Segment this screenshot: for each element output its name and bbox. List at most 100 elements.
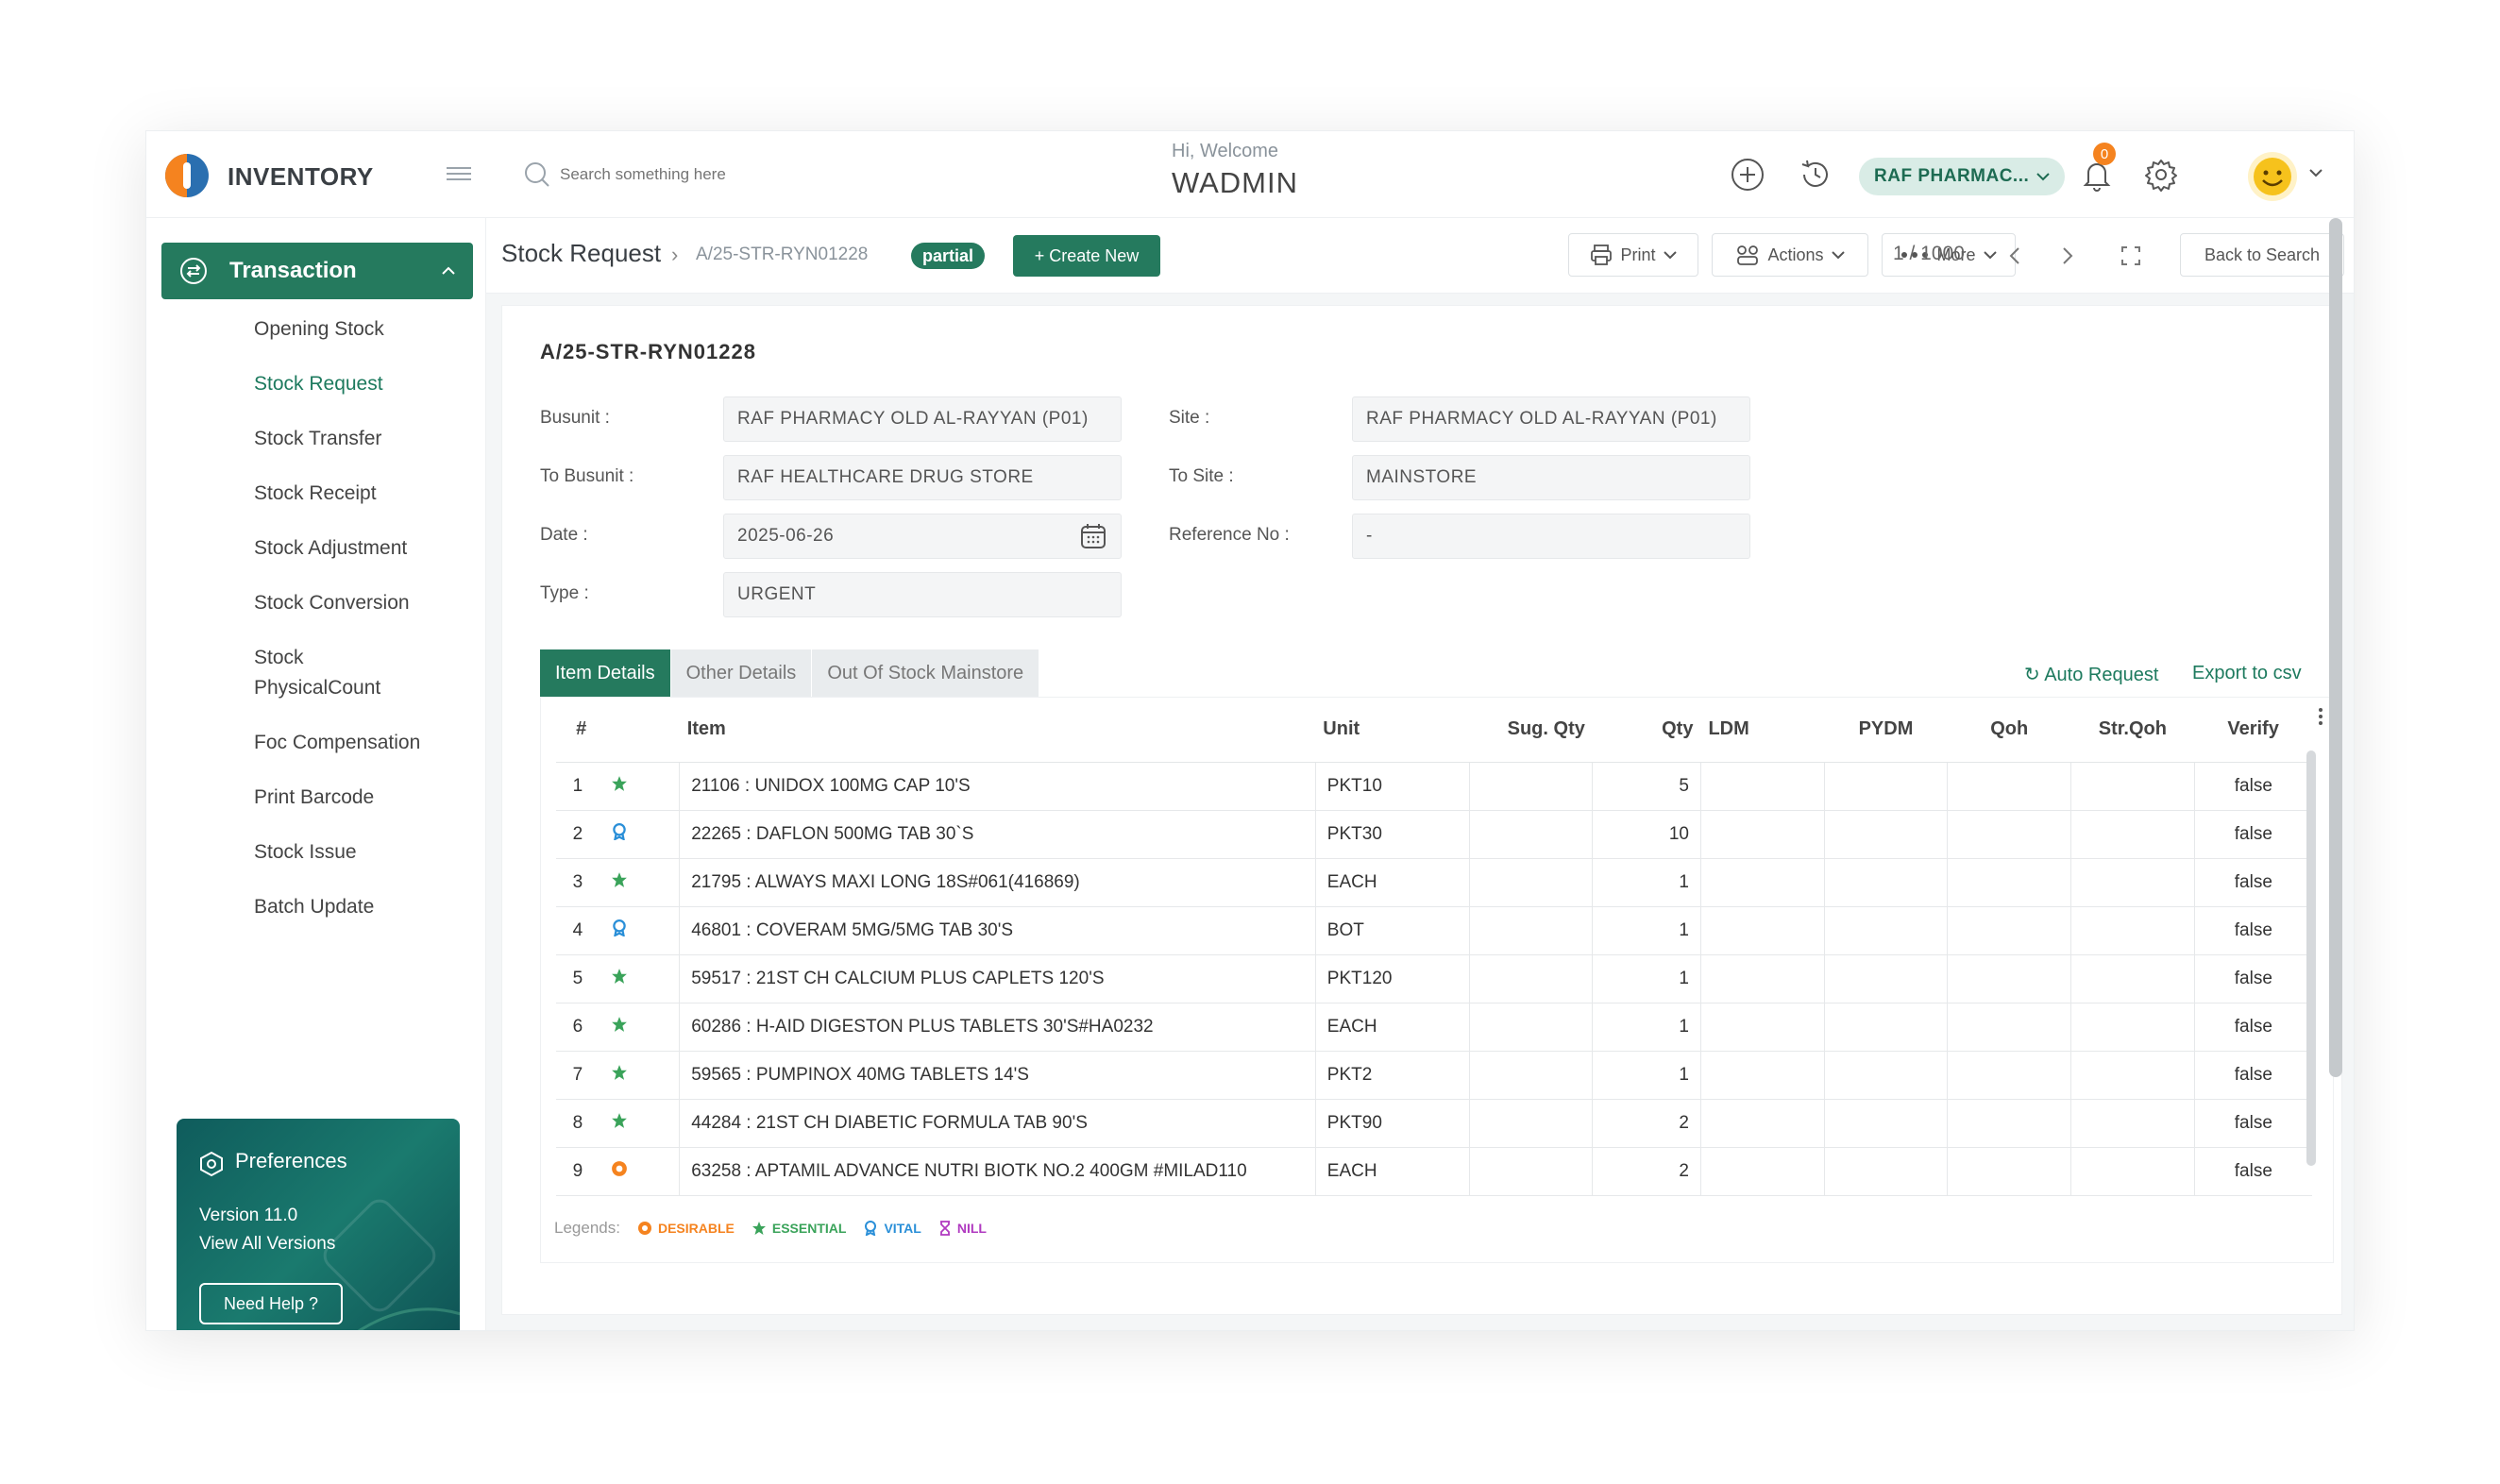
actions-button[interactable]: Actions <box>1712 233 1868 277</box>
verify-cell[interactable]: false <box>2194 1147 2312 1196</box>
item-cell[interactable]: 21106 : UNIDOX 100MG CAP 10'S <box>679 762 1316 811</box>
table-row[interactable]: 5 59517 : 21ST CH CALCIUM PLUS CAPLETS 12… <box>556 954 2312 1003</box>
item-cell[interactable]: 22265 : DAFLON 500MG TAB 30`S <box>679 810 1316 859</box>
column-header-qoh[interactable]: Qoh <box>1947 698 2071 763</box>
column-header-str-qoh[interactable]: Str.Qoh <box>2070 698 2195 763</box>
qty-cell[interactable]: 1 <box>1592 906 1701 955</box>
table-row[interactable]: 1 21106 : UNIDOX 100MG CAP 10'S PKT10 5 fals… <box>556 762 2312 811</box>
item-cell[interactable]: 59517 : 21ST CH CALCIUM PLUS CAPLETS 120… <box>679 954 1316 1003</box>
table-row[interactable]: 2 22265 : DAFLON 500MG TAB 30`S PKT30 10 fal… <box>556 810 2312 859</box>
sug-qty-cell[interactable] <box>1469 1003 1594 1052</box>
search-input[interactable] <box>560 165 881 184</box>
sidebar-item-stock-adjustment[interactable]: Stock Adjustment <box>254 533 407 564</box>
print-button[interactable]: Print <box>1568 233 1698 277</box>
verify-cell[interactable]: false <box>2194 1099 2312 1148</box>
sidebar-item-batch-update[interactable]: Batch Update <box>254 892 374 922</box>
calendar-icon[interactable] <box>1079 522 1107 550</box>
sidebar-item-stock-physicalcount[interactable]: Stock <box>254 643 304 673</box>
column-header-pydm[interactable]: PYDM <box>1824 698 1948 763</box>
table-row[interactable]: 4 46801 : COVERAM 5MG/5MG TAB 30'S BOT 1 fal… <box>556 906 2312 955</box>
sidebar-item-stock-receipt[interactable]: Stock Receipt <box>254 479 377 509</box>
unit-cell[interactable]: PKT30 <box>1315 810 1470 859</box>
breadcrumb-module[interactable]: Stock Request <box>501 239 661 268</box>
verify-cell[interactable]: false <box>2194 810 2312 859</box>
unit-cell[interactable]: EACH <box>1315 858 1470 907</box>
qty-cell[interactable]: 1 <box>1592 1051 1701 1100</box>
verify-cell[interactable]: false <box>2194 762 2312 811</box>
unit-cell[interactable]: PKT10 <box>1315 762 1470 811</box>
fullscreen-icon[interactable] <box>2121 246 2140 265</box>
table-row[interactable]: 3 21795 : ALWAYS MAXI LONG 18S#061(416869… <box>556 858 2312 907</box>
create-new-button[interactable]: + Create New <box>1013 235 1160 277</box>
chevron-right-icon[interactable] <box>2061 246 2074 265</box>
sidebar-item-stock-physicalcount-line2[interactable]: PhysicalCount <box>254 673 380 703</box>
column-header-qty[interactable]: Qty <box>1592 698 1701 763</box>
item-cell[interactable]: 63258 : APTAMIL ADVANCE NUTRI BIOTK NO.2… <box>679 1147 1316 1196</box>
table-row[interactable]: 8 44284 : 21ST CH DIABETIC FORMULA TAB 90… <box>556 1099 2312 1148</box>
sug-qty-cell[interactable] <box>1469 810 1594 859</box>
chevron-down-icon[interactable] <box>2308 167 2323 178</box>
table-row[interactable]: 9 63258 : APTAMIL ADVANCE NUTRI BIOTK NO.… <box>556 1147 2312 1196</box>
unit-cell[interactable]: EACH <box>1315 1147 1470 1196</box>
sidebar-item-stock-transfer[interactable]: Stock Transfer <box>254 424 381 454</box>
page-scrollbar[interactable] <box>2329 218 2342 1077</box>
back-to-search-button[interactable]: Back to Search <box>2180 233 2344 277</box>
auto-request-link[interactable]: ↻ Auto Request <box>2024 663 2158 686</box>
column-menu-icon[interactable] <box>2318 707 2323 726</box>
sidebar-item-stock-conversion[interactable]: Stock Conversion <box>254 588 410 618</box>
sug-qty-cell[interactable] <box>1469 1147 1594 1196</box>
date-field[interactable]: 2025-06-26 <box>723 514 1122 559</box>
view-all-versions-link[interactable]: View All Versions <box>199 1234 335 1255</box>
item-cell[interactable]: 60286 : H-AID DIGESTON PLUS TABLETS 30'S… <box>679 1003 1316 1052</box>
qty-cell[interactable]: 2 <box>1592 1147 1701 1196</box>
unit-cell[interactable]: BOT <box>1315 906 1470 955</box>
verify-cell[interactable]: false <box>2194 1051 2312 1100</box>
global-search[interactable] <box>524 158 921 192</box>
sug-qty-cell[interactable] <box>1469 858 1594 907</box>
item-cell[interactable]: 44284 : 21ST CH DIABETIC FORMULA TAB 90'… <box>679 1099 1316 1148</box>
column-header-ldm[interactable]: LDM <box>1700 698 1825 763</box>
sidebar-item-opening-stock[interactable]: Opening Stock <box>254 314 384 345</box>
column-header-unit[interactable]: Unit <box>1315 698 1470 763</box>
verify-cell[interactable]: false <box>2194 858 2312 907</box>
qty-cell[interactable]: 1 <box>1592 858 1701 907</box>
verify-cell[interactable]: false <box>2194 954 2312 1003</box>
sug-qty-cell[interactable] <box>1469 954 1594 1003</box>
item-cell[interactable]: 59565 : PUMPINOX 40MG TABLETS 14'S <box>679 1051 1316 1100</box>
item-cell[interactable]: 21795 : ALWAYS MAXI LONG 18S#061(416869) <box>679 858 1316 907</box>
user-avatar[interactable] <box>2248 152 2297 201</box>
sidebar-item-print-barcode[interactable]: Print Barcode <box>254 783 374 813</box>
table-row[interactable]: 7 59565 : PUMPINOX 40MG TABLETS 14'S PKT2 1… <box>556 1051 2312 1100</box>
unit-cell[interactable]: EACH <box>1315 1003 1470 1052</box>
settings-gear-icon[interactable] <box>2142 156 2180 194</box>
tab-other-details[interactable]: Other Details <box>670 649 813 697</box>
export-csv-link[interactable]: Export to csv <box>2192 663 2302 684</box>
verify-cell[interactable]: false <box>2194 1003 2312 1052</box>
site-selector[interactable]: RAF PHARMAC... <box>1859 158 2065 195</box>
column-header-verify[interactable]: Verify <box>2194 698 2312 763</box>
history-icon[interactable] <box>1797 156 1834 194</box>
sug-qty-cell[interactable] <box>1469 1099 1594 1148</box>
sug-qty-cell[interactable] <box>1469 906 1594 955</box>
tab-out-of-stock-mainstore[interactable]: Out Of Stock Mainstore <box>812 649 1040 697</box>
chevron-left-icon[interactable] <box>2008 246 2021 265</box>
sug-qty-cell[interactable] <box>1469 1051 1594 1100</box>
column-header-sug-qty[interactable]: Sug. Qty <box>1469 698 1593 763</box>
qty-cell[interactable]: 1 <box>1592 1003 1701 1052</box>
item-cell[interactable]: 46801 : COVERAM 5MG/5MG TAB 30'S <box>679 906 1316 955</box>
qty-cell[interactable]: 2 <box>1592 1099 1701 1148</box>
unit-cell[interactable]: PKT2 <box>1315 1051 1470 1100</box>
qty-cell[interactable]: 5 <box>1592 762 1701 811</box>
sidebar-section-transaction[interactable]: Transaction <box>161 243 473 299</box>
sidebar-item-stock-request[interactable]: Stock Request <box>254 369 383 399</box>
table-row[interactable]: 6 60286 : H-AID DIGESTON PLUS TABLETS 30'… <box>556 1003 2312 1052</box>
menu-toggle-icon[interactable] <box>447 163 471 184</box>
sug-qty-cell[interactable] <box>1469 762 1594 811</box>
qty-cell[interactable]: 1 <box>1592 954 1701 1003</box>
unit-cell[interactable]: PKT90 <box>1315 1099 1470 1148</box>
add-icon[interactable] <box>1729 156 1766 194</box>
sidebar-item-foc-compensation[interactable]: Foc Compensation <box>254 728 420 758</box>
tab-item-details[interactable]: Item Details <box>540 649 671 697</box>
verify-cell[interactable]: false <box>2194 906 2312 955</box>
column-header-item[interactable]: Item <box>679 698 1316 763</box>
